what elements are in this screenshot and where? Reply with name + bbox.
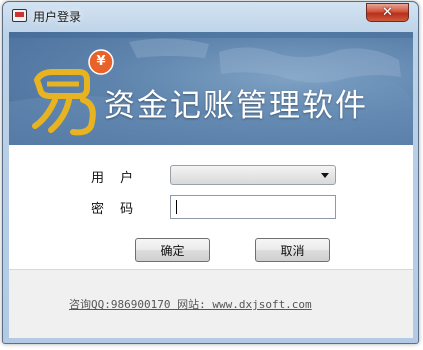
- user-select[interactable]: [170, 165, 336, 185]
- app-icon: [12, 9, 27, 22]
- password-input[interactable]: [170, 195, 336, 219]
- user-label: 用 户: [91, 171, 140, 186]
- coin-symbol: ¥: [96, 54, 106, 69]
- window-title: 用户登录: [33, 10, 82, 24]
- password-label: 密 码: [91, 202, 140, 217]
- footer: 咨询QQ:986900170 网站: www.dxjsoft.com: [9, 269, 413, 338]
- cancel-button[interactable]: 取消: [255, 238, 330, 262]
- login-form: 用 户 密 码 确定 取消: [9, 145, 413, 269]
- close-button[interactable]: ✕: [366, 3, 409, 22]
- contact-link[interactable]: 咨询QQ:986900170 网站: www.dxjsoft.com: [69, 296, 312, 312]
- login-window: 用户登录 ✕ ¥ 资金记账管理软件 用 户 密 码 确定 取消 咨询QQ:986…: [2, 1, 419, 344]
- ok-button[interactable]: 确定: [135, 238, 210, 262]
- text-cursor: [176, 200, 177, 214]
- chevron-down-icon: [321, 173, 329, 178]
- close-icon: ✕: [382, 5, 393, 20]
- product-name: 资金记账管理软件: [104, 88, 368, 124]
- title-bar[interactable]: 用户登录 ✕: [3, 2, 418, 32]
- banner: ¥ 资金记账管理软件: [9, 32, 413, 145]
